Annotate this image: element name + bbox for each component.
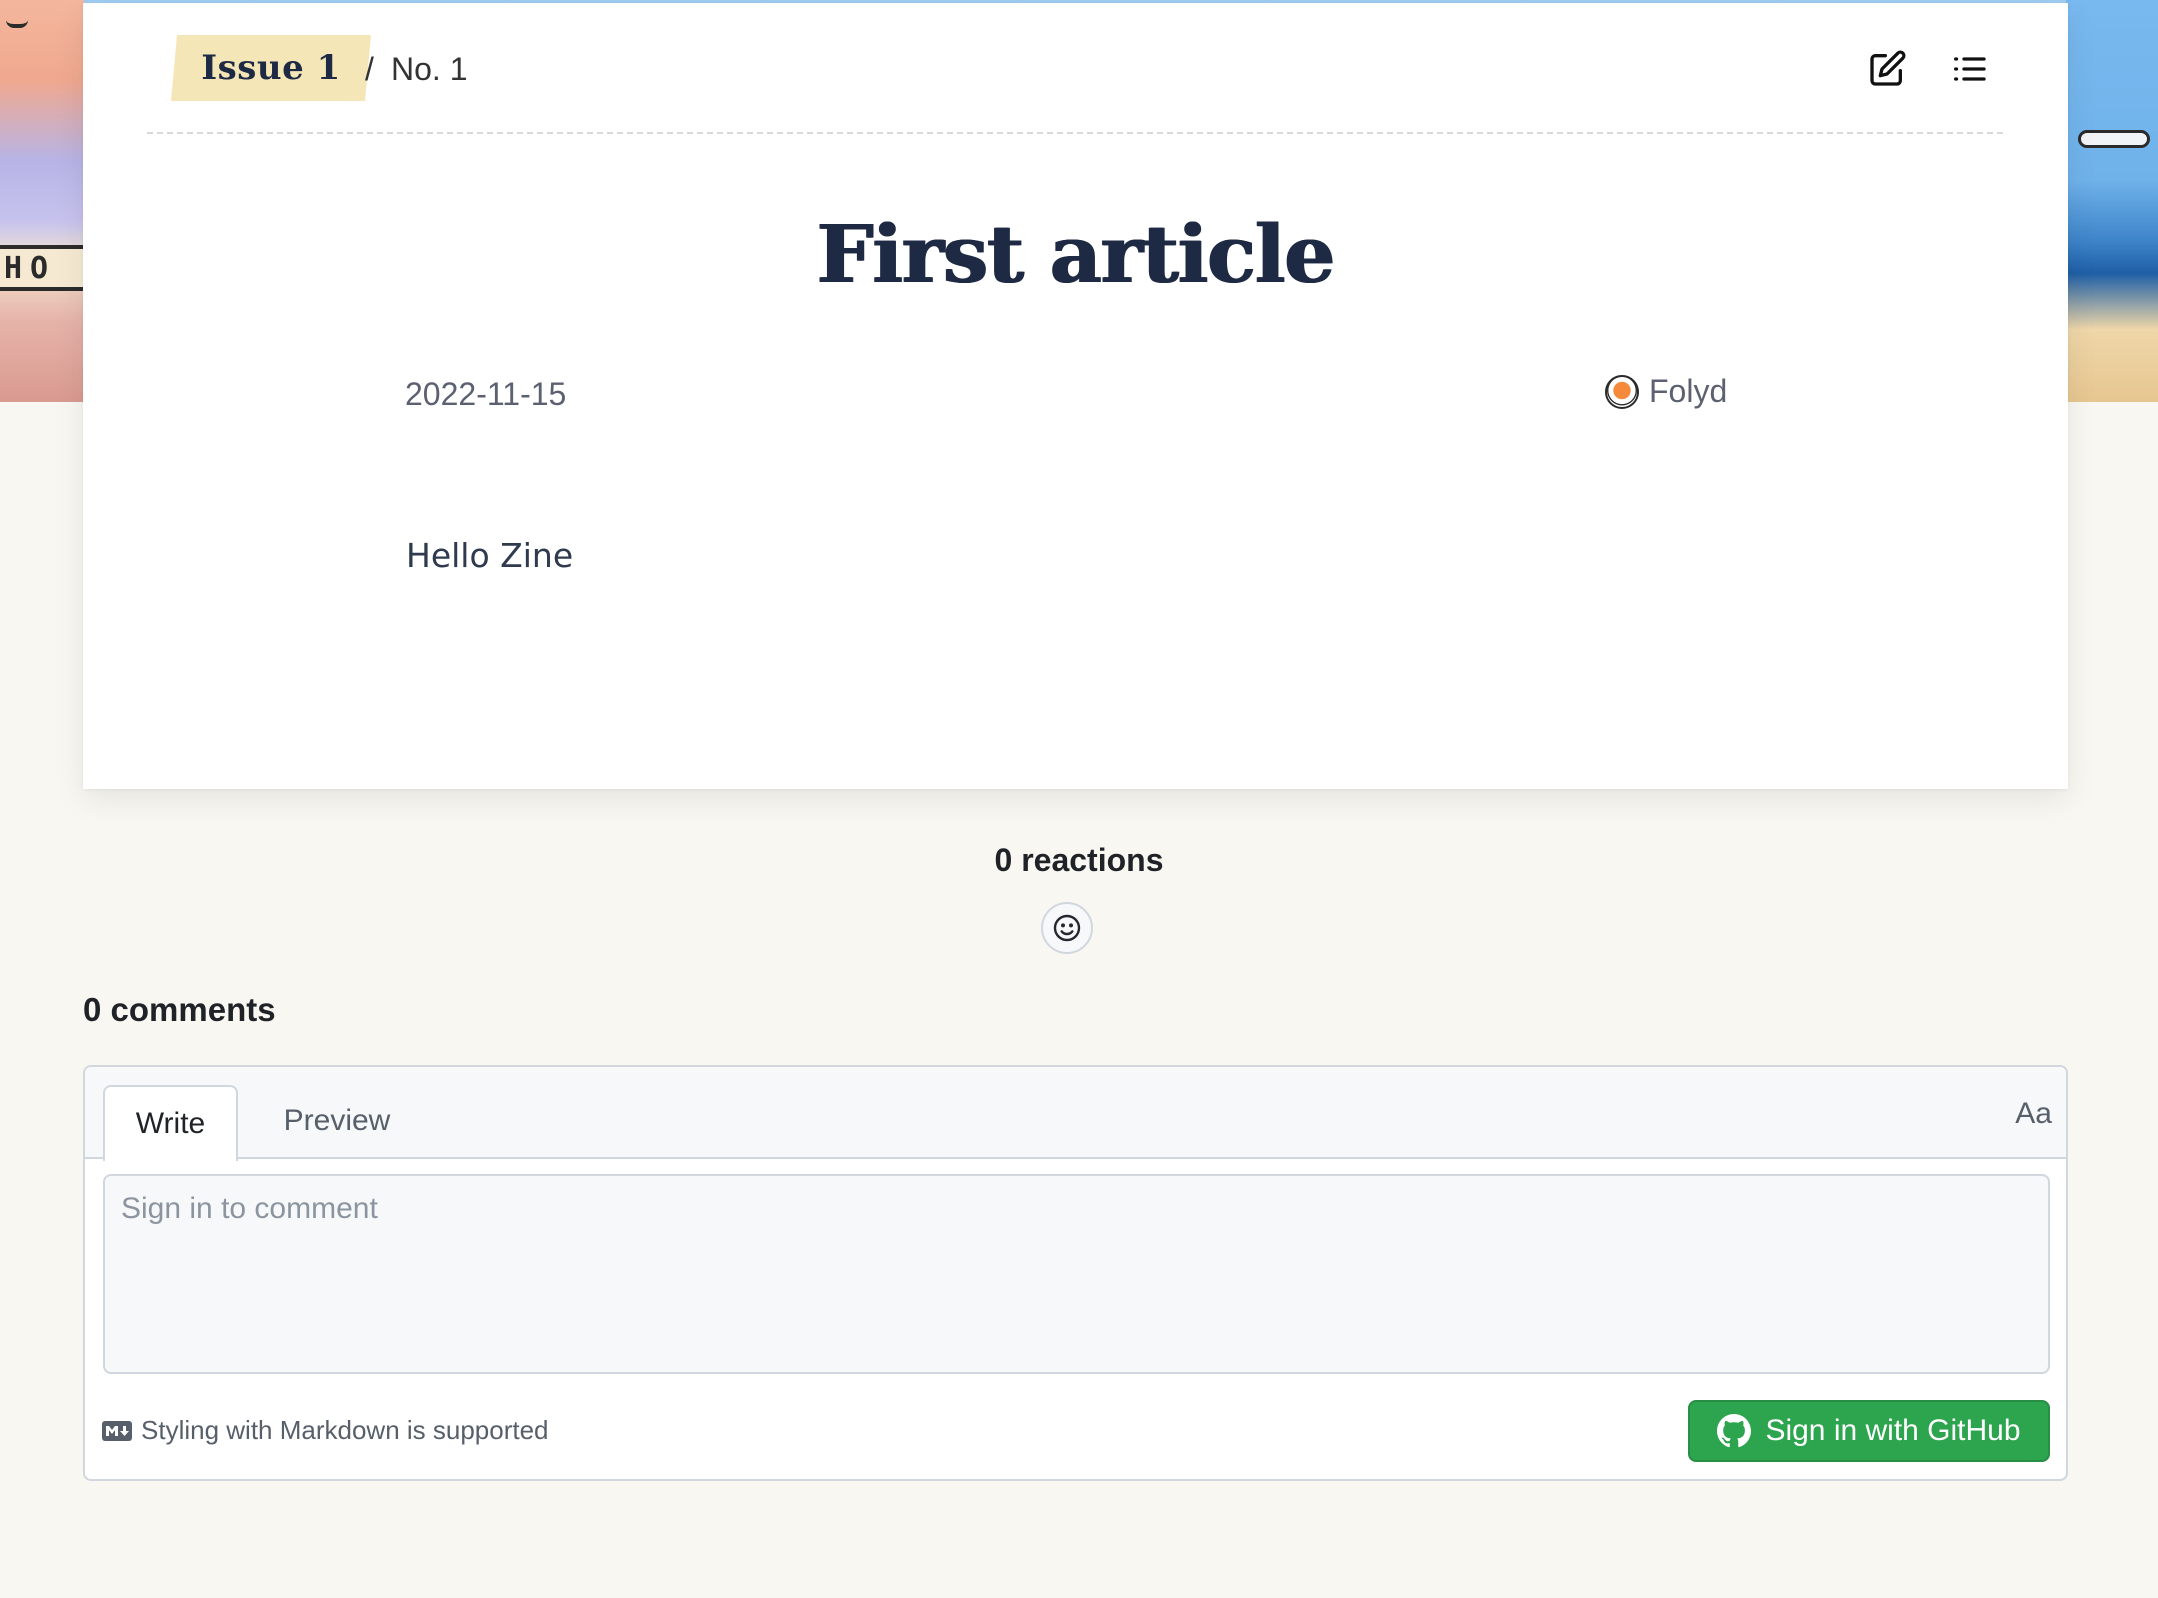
tab-write[interactable]: Write	[103, 1085, 238, 1161]
comment-input[interactable]	[103, 1174, 2050, 1374]
banner-sign-doodle: HO	[0, 245, 84, 291]
markdown-icon	[102, 1420, 132, 1441]
table-of-contents-button[interactable]	[1947, 47, 1991, 91]
list-icon	[1954, 57, 1986, 81]
markdown-hint-label: Styling with Markdown is supported	[141, 1415, 549, 1445]
article-body: Hello Zine	[406, 536, 574, 575]
add-reaction-button[interactable]	[1041, 902, 1093, 954]
comment-form: Write Preview Aa Styling with Markdown i…	[83, 1065, 2068, 1481]
banner-right-art	[2066, 0, 2158, 402]
github-icon	[1717, 1414, 1752, 1448]
article-date: 2022-11-15	[405, 376, 567, 412]
smiley-icon	[1053, 914, 1081, 942]
tab-preview[interactable]: Preview	[257, 1085, 417, 1157]
comments-count: 0 comments	[83, 991, 276, 1028]
edit-icon	[1870, 50, 1906, 86]
banner-cloud-doodle	[2078, 130, 2150, 148]
article-title: First article	[816, 207, 1336, 301]
banner-eye-doodle	[6, 20, 28, 28]
text-format-button[interactable]: Aa	[2015, 1097, 2052, 1131]
reactions-count: 0 reactions	[994, 842, 1164, 878]
sign-in-github-label: Sign in with GitHub	[1765, 1414, 2021, 1447]
author-avatar	[1605, 374, 1639, 409]
author-name: Folyd	[1649, 373, 1728, 409]
banner-left-art: HO	[0, 0, 84, 402]
article-author[interactable]: Folyd	[1605, 373, 1727, 410]
breadcrumb-separator: /	[365, 51, 374, 87]
issue-label: Issue 1	[201, 48, 341, 88]
issue-link[interactable]: Issue 1	[171, 35, 371, 101]
sign-in-github-button[interactable]: Sign in with GitHub	[1688, 1400, 2050, 1462]
issue-number: No. 1	[391, 51, 468, 87]
markdown-hint[interactable]: Styling with Markdown is supported	[101, 1415, 549, 1446]
edit-article-button[interactable]	[1865, 47, 1909, 91]
article-card: Issue 1 / No. 1 First article 2022-11-15…	[83, 3, 2068, 789]
